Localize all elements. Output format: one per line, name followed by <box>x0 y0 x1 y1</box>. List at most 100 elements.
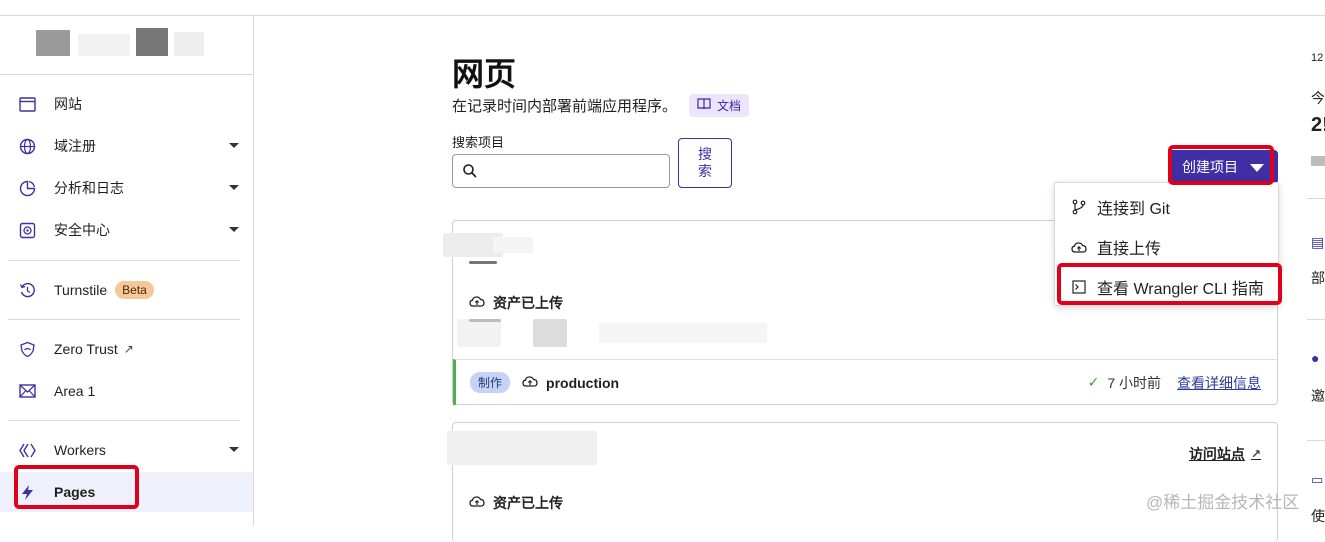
sidebar-divider <box>8 260 240 261</box>
environment-badge: 制作 <box>470 372 511 393</box>
chevron-down-icon <box>229 227 239 232</box>
project-card[interactable]: 访问站点 ↗ 资产已上传 <box>447 422 1278 542</box>
deployment-time: 7 小时前 <box>1107 374 1161 391</box>
search-label: 搜索项目 <box>452 135 505 150</box>
highlight-box-create-project <box>1168 145 1274 185</box>
search-button-label: 搜 索 <box>698 146 712 179</box>
security-center-icon <box>18 221 36 239</box>
redacted-project-name <box>447 431 597 465</box>
sidebar-item-label: Area 1 <box>54 383 96 399</box>
logo-blur-4 <box>174 32 204 56</box>
sidebar-item-domain-registration[interactable]: 域注册 <box>0 128 253 164</box>
right-divider <box>1307 440 1325 441</box>
account-logo[interactable] <box>36 24 206 56</box>
turnstile-icon <box>18 281 36 299</box>
page-subtitle: 在记录时间内部署前端应用程序。 文档 <box>452 94 750 117</box>
cloud-upload-icon <box>522 375 538 391</box>
redacted-info <box>599 323 767 343</box>
right-text: 部 <box>1311 270 1325 286</box>
highlight-box-pages <box>14 465 139 509</box>
sidebar-item-label: 网站 <box>54 96 82 112</box>
page-title: 网页 <box>452 56 517 92</box>
menu-item-label: 连接到 Git <box>1097 201 1170 218</box>
subtitle-text: 在记录时间内部署前端应用程序。 <box>452 98 678 115</box>
chevron-down-icon <box>229 185 239 190</box>
sidebar-divider <box>8 420 240 421</box>
visit-site-link[interactable]: 访问站点 ↗ <box>1189 444 1261 464</box>
mail-icon <box>18 382 36 400</box>
assets-uploaded: 资产已上传 <box>469 293 563 313</box>
chevron-down-icon <box>229 447 239 452</box>
search-icon <box>462 163 478 179</box>
right-text: 今 <box>1311 90 1325 106</box>
redacted-underline <box>469 261 497 264</box>
right-divider <box>1307 319 1325 320</box>
terminal-icon: ▭ <box>1311 472 1324 487</box>
browser-window-icon <box>18 95 36 113</box>
redacted-info <box>533 319 567 347</box>
cloud-upload-icon <box>1071 241 1087 254</box>
search-button[interactable]: 搜 索 <box>678 138 732 188</box>
zero-trust-icon <box>18 340 36 358</box>
cloud-upload-icon <box>469 295 485 311</box>
menu-item-label: 直接上传 <box>1097 241 1162 258</box>
search-input[interactable] <box>452 154 670 188</box>
sidebar-item-area-1[interactable]: Area 1 <box>0 373 253 409</box>
check-icon: ✓ <box>1087 374 1100 390</box>
menu-item-connect-git[interactable]: 连接到 Git <box>1071 193 1170 221</box>
deployment-row: 制作 production ✓ 7 小时前 查看详细信息 <box>453 359 1277 405</box>
sidebar-item-label: 安全中心 <box>54 222 110 238</box>
external-link-icon: ↗ <box>123 342 134 356</box>
right-text: 12 <box>1311 52 1324 64</box>
redacted-info <box>469 319 501 322</box>
highlight-box-wrangler-guide <box>1057 263 1282 305</box>
sidebar-item-label: 分析和日志 <box>54 180 124 196</box>
logo-blur-1 <box>36 30 70 56</box>
user-icon: ● <box>1311 350 1320 366</box>
chevron-down-icon <box>229 143 239 148</box>
assets-label: 资产已上传 <box>493 495 563 511</box>
globe-icon <box>18 137 36 155</box>
workers-icon <box>18 441 36 459</box>
sidebar-item-zero-trust[interactable]: Zero Trust ↗ <box>0 331 253 367</box>
sidebar-item-security-center[interactable]: 安全中心 <box>0 212 253 248</box>
sidebar: 网站 域注册 分析和日志 安全中心 Turnstile Beta Zero Tr… <box>0 16 254 526</box>
right-divider <box>1307 198 1325 199</box>
sidebar-item-analytics[interactable]: 分析和日志 <box>0 170 253 206</box>
watermark: @稀土掘金技术社区 <box>1146 493 1300 512</box>
redacted-info <box>457 319 501 347</box>
sidebar-item-websites[interactable]: 网站 <box>0 86 253 122</box>
sidebar-item-label: Zero Trust <box>54 341 118 357</box>
logo-blur-3 <box>136 28 168 56</box>
sidebar-item-workers[interactable]: Workers <box>0 432 253 468</box>
sidebar-item-label: 域注册 <box>54 138 96 154</box>
analytics-icon <box>18 179 36 197</box>
document-icon: ▤ <box>1311 234 1325 250</box>
book-icon <box>697 98 711 113</box>
sidebar-item-label: Workers <box>54 442 106 458</box>
sidebar-divider <box>8 319 240 320</box>
redacted-project-name <box>493 237 533 253</box>
right-text: 2! <box>1311 114 1325 136</box>
docs-label: 文档 <box>717 99 742 113</box>
sidebar-item-label: Turnstile <box>54 282 108 298</box>
menu-item-direct-upload[interactable]: 直接上传 <box>1071 233 1161 261</box>
right-text: 邀 <box>1311 388 1325 404</box>
docs-link[interactable]: 文档 <box>689 94 750 117</box>
sidebar-divider <box>0 74 254 75</box>
assets-label: 资产已上传 <box>493 295 563 311</box>
assets-uploaded: 资产已上传 <box>469 493 563 513</box>
deployment-status: ✓ 7 小时前 查看详细信息 <box>1088 373 1261 393</box>
right-text: 使 <box>1311 508 1325 524</box>
external-link-icon: ↗ <box>1250 447 1261 461</box>
view-details-link[interactable]: 查看详细信息 <box>1177 373 1261 393</box>
top-bar <box>0 0 1325 16</box>
git-branch-icon <box>1071 199 1087 215</box>
cloud-upload-icon <box>469 495 485 511</box>
right-blur <box>1311 156 1325 166</box>
sidebar-item-turnstile[interactable]: Turnstile Beta <box>0 272 253 308</box>
logo-blur-2 <box>78 34 130 56</box>
branch-name: production <box>546 374 620 391</box>
right-sidebar: 12 今 2! ▤ 部 ● 邀 ▭ 使 <box>1283 16 1325 526</box>
visit-site-label: 访问站点 <box>1188 446 1245 462</box>
